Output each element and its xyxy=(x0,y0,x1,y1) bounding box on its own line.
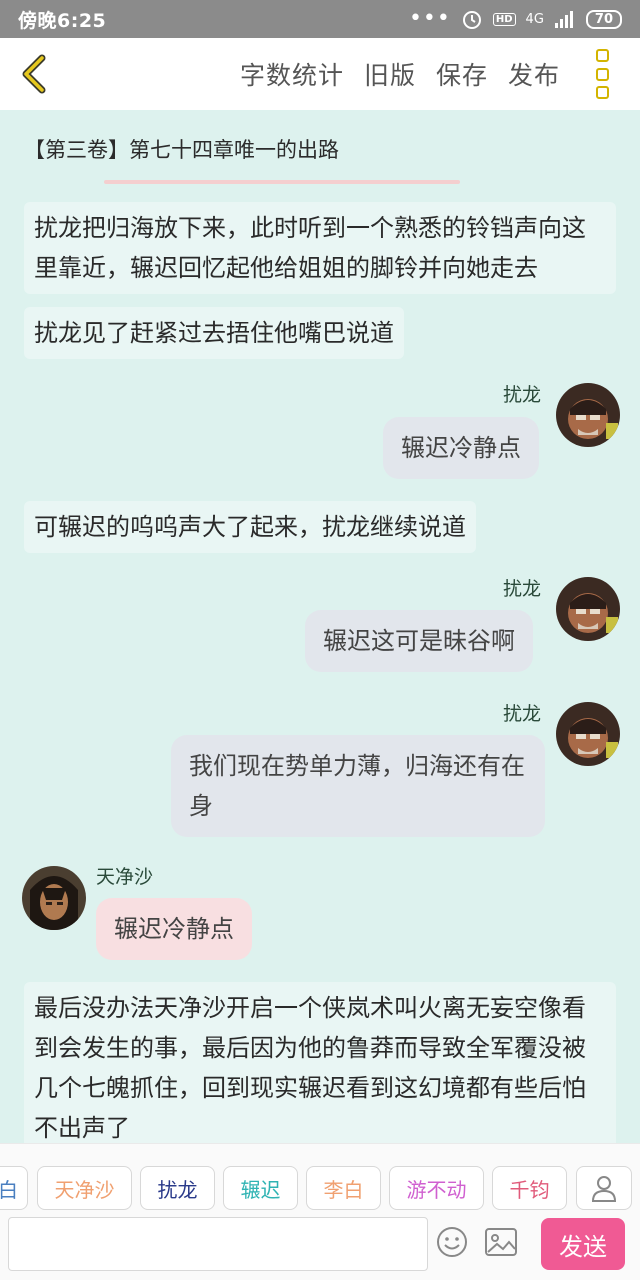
raolong-avatar-icon xyxy=(556,702,620,766)
narration-block[interactable]: 扰龙见了赶紧过去捂住他嘴巴说道 xyxy=(24,307,404,359)
more-vertical-icon[interactable] xyxy=(584,49,620,99)
image-icon[interactable] xyxy=(484,1227,518,1257)
role-chip-label: 千钧 xyxy=(509,1177,550,1202)
message-bubble[interactable]: 辗迟这可是昧谷啊 xyxy=(305,610,533,672)
role-chip-label: 扰龙 xyxy=(157,1177,198,1202)
avatar-raolong[interactable] xyxy=(556,702,620,766)
raolong-avatar-icon xyxy=(556,383,620,447)
speaker-name: 扰龙 xyxy=(503,578,542,600)
narration-block[interactable]: 可辗迟的呜呜声大了起来，扰龙继续说道 xyxy=(24,501,476,553)
role-chip-label: 白 xyxy=(0,1177,18,1202)
role-chip[interactable]: 千钧 xyxy=(492,1166,567,1210)
battery-icon: 70 xyxy=(585,9,622,29)
hd-icon: HD xyxy=(492,12,516,26)
word-count-button[interactable]: 字数统计 xyxy=(240,56,344,92)
message-bubble[interactable]: 辗迟冷静点 xyxy=(96,898,252,960)
save-button[interactable]: 保存 xyxy=(436,56,488,92)
status-bar: 傍晚6:25 ••• HD 4G 70 xyxy=(0,0,640,38)
more-dots-icon: ••• xyxy=(408,6,451,31)
send-button[interactable]: 发送 xyxy=(541,1218,625,1270)
message-input[interactable] xyxy=(8,1217,428,1271)
narration-block[interactable]: 最后没办法天净沙开启一个侠岚术叫火离无妄空像看到会发生的事，最后因为他的鲁莽而导… xyxy=(24,982,616,1154)
alarm-icon xyxy=(462,11,481,29)
role-chip-label: 李白 xyxy=(323,1177,364,1202)
raolong-avatar-icon xyxy=(556,577,620,641)
role-selector-bar: 白 天净沙 扰龙 辗迟 李白 游不动 千钧 xyxy=(0,1143,640,1213)
avatar-raolong[interactable] xyxy=(556,383,620,447)
speaker-name: 天净沙 xyxy=(96,866,154,888)
signal-label: 4G xyxy=(525,11,544,27)
signal-icon xyxy=(554,11,573,28)
role-chip[interactable]: 辗迟 xyxy=(223,1166,298,1210)
add-role-button[interactable] xyxy=(576,1166,632,1210)
role-chip-label: 天净沙 xyxy=(54,1177,115,1202)
narration-block[interactable]: 扰龙把归海放下来，此时听到一个熟悉的铃铛声向这里靠近，辗迟回忆起他给姐姐的脚铃并… xyxy=(24,202,616,294)
composer: 发送 xyxy=(0,1213,640,1280)
chevron-left-icon xyxy=(22,54,46,94)
role-chip[interactable]: 天净沙 xyxy=(37,1166,132,1210)
role-chip-label: 游不动 xyxy=(406,1177,467,1202)
status-time: 傍晚6:25 xyxy=(18,9,107,32)
user-icon xyxy=(591,1176,617,1202)
role-chip-label: 辗迟 xyxy=(240,1177,281,1202)
chapter-divider xyxy=(104,180,460,184)
message-bubble[interactable]: 辗迟冷静点 xyxy=(383,417,539,479)
role-chip[interactable]: 游不动 xyxy=(389,1166,484,1210)
message-bubble[interactable]: 我们现在势单力薄，归海还有在身 xyxy=(171,735,545,837)
role-chip[interactable]: 扰龙 xyxy=(140,1166,215,1210)
tianjingsha-avatar-icon xyxy=(22,866,86,930)
editor-toolbar: 字数统计 旧版 保存 发布 xyxy=(0,38,640,110)
back-button[interactable] xyxy=(0,38,70,110)
avatar-raolong[interactable] xyxy=(556,577,620,641)
publish-button[interactable]: 发布 xyxy=(508,56,560,92)
speaker-name: 扰龙 xyxy=(503,384,542,406)
emoji-icon[interactable] xyxy=(436,1226,468,1258)
chapter-title: 【第三卷】第七十四章唯一的出路 xyxy=(24,138,339,162)
speaker-name: 扰龙 xyxy=(503,703,542,725)
avatar-tianjingsha[interactable] xyxy=(22,866,86,930)
role-chip[interactable]: 白 xyxy=(0,1166,28,1210)
old-version-button[interactable]: 旧版 xyxy=(364,56,416,92)
role-chip[interactable]: 李白 xyxy=(306,1166,381,1210)
status-icons: ••• HD 4G 70 xyxy=(409,8,622,30)
